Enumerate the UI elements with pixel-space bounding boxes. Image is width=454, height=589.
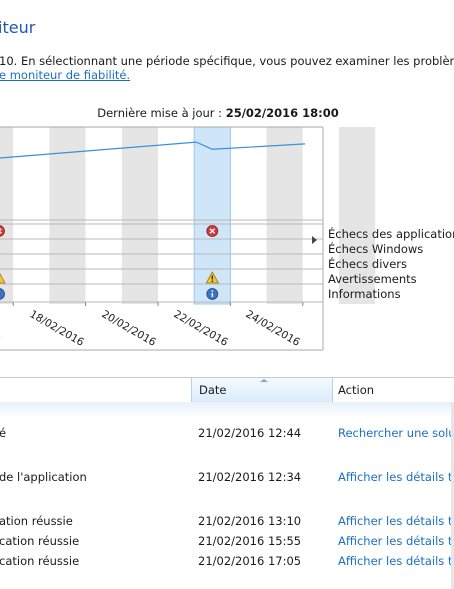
row-source: ation réussie: [0, 514, 73, 528]
row-date: 21/02/2016 17:05: [198, 554, 302, 568]
legend-information: Informations: [328, 287, 401, 301]
info-icon-dot: [211, 290, 214, 292]
x-tick-label: 16: [0, 330, 2, 347]
x-tick-label: 20/02/2016: [100, 308, 159, 349]
day-column: [230, 127, 267, 304]
table-row[interactable]: é 21/02/2016 12:44 Rechercher une soluti: [0, 426, 454, 442]
row-action-link[interactable]: Afficher les détails tec: [338, 534, 454, 548]
table-header-shadow: [0, 402, 454, 418]
column-date[interactable]: Date: [191, 378, 333, 402]
table-row[interactable]: ation réussie 21/02/2016 13:10 Afficher …: [0, 514, 454, 530]
sort-ascending-icon: [260, 379, 268, 382]
legend-app-failures: Échecs des applications: [328, 227, 454, 241]
column-date-label: Date: [199, 383, 227, 397]
row-source: cation réussie: [0, 554, 80, 568]
day-column: [158, 127, 195, 304]
row-action-link[interactable]: Afficher les détails tec: [338, 514, 454, 528]
row-action-link[interactable]: Afficher les détails tec: [338, 470, 454, 484]
legend-misc-failures: Échecs divers: [328, 257, 408, 271]
table-header: Date Action: [0, 377, 454, 403]
row-date: 21/02/2016 12:34: [198, 470, 302, 484]
table-row[interactable]: de l'application 21/02/2016 12:34 Affich…: [0, 470, 454, 486]
row-source: é: [0, 426, 7, 440]
row-action-link[interactable]: Rechercher une soluti: [338, 426, 454, 440]
legend-expand-icon[interactable]: [312, 236, 317, 244]
row-date: 21/02/2016 15:55: [198, 534, 302, 548]
x-tick-label: 24/02/2016: [244, 308, 303, 349]
legend-windows-failures: Échecs Windows: [328, 242, 424, 256]
day-column: [13, 127, 50, 304]
row-date: 21/02/2016 13:10: [198, 514, 302, 528]
row-date: 21/02/2016 12:44: [198, 426, 302, 440]
row-source: cation réussie: [0, 534, 80, 548]
reliability-chart[interactable]: 16 18/02/2016 20/02/2016 22/02/2016 24/02/20…: [0, 0, 454, 360]
legend-warnings: Avertissements: [328, 272, 417, 286]
row-action-link[interactable]: Afficher les détails tec: [338, 554, 454, 568]
day-column: [121, 127, 158, 304]
x-tick-label: 18/02/2016: [28, 308, 87, 349]
day-column: [85, 127, 122, 304]
row-source: de l'application: [0, 470, 87, 484]
warning-icon-dot: [211, 280, 214, 283]
column-action[interactable]: Action: [332, 378, 454, 402]
day-column: [266, 127, 303, 304]
table-row[interactable]: cation réussie 21/02/2016 15:55 Afficher…: [0, 534, 454, 550]
x-tick-label: 22/02/2016: [172, 308, 231, 349]
table-row[interactable]: cation réussie 21/02/2016 17:05 Afficher…: [0, 554, 454, 570]
